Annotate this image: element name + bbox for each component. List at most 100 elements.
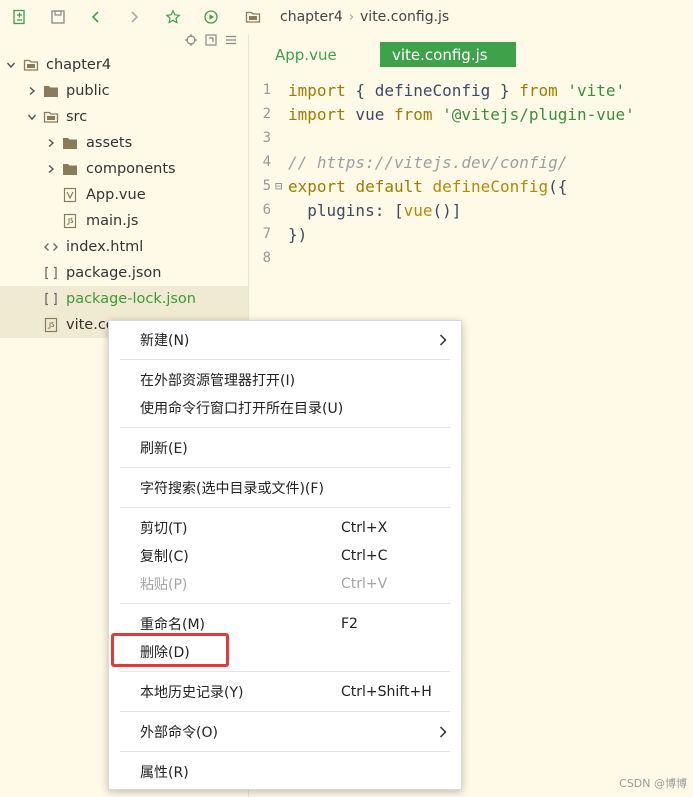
code-token: 'vite' (567, 80, 626, 100)
menu-separator (120, 603, 450, 604)
chevron-right-icon: › (348, 9, 355, 25)
code-token: from (393, 104, 433, 124)
back-icon[interactable] (87, 8, 105, 26)
menu-item-cut[interactable]: 剪切(T) Ctrl+X (109, 515, 461, 541)
js-file-icon (43, 317, 59, 333)
breadcrumb-item-folder[interactable]: chapter4 (280, 9, 343, 25)
tree-item-main-js[interactable]: main.js (0, 208, 248, 234)
chevron-down-icon[interactable] (6, 60, 16, 70)
folder-open-icon (43, 109, 59, 125)
tree-label: package.json (66, 265, 162, 281)
menu-item-label: 在外部资源管理器打开(I) (140, 373, 296, 389)
json-file-icon (43, 265, 59, 281)
vue-file-icon (62, 187, 78, 203)
collapse-icon[interactable] (205, 34, 217, 46)
code-token: vue (403, 200, 433, 220)
tree-label: public (66, 83, 110, 99)
menu-separator (120, 467, 450, 468)
menu-item-label: 剪切(T) (140, 521, 188, 537)
menu-item-search[interactable]: 字符搜索(选中目录或文件)(F) (109, 475, 461, 501)
code-token: defineConfig (432, 176, 549, 196)
menu-item-label: 粘贴(P) (140, 577, 188, 593)
line-number: 1 (262, 82, 271, 98)
tree-item-package-lock-json[interactable]: package-lock.json (0, 286, 248, 312)
menu-icon[interactable] (225, 34, 237, 46)
forward-icon[interactable] (125, 8, 143, 26)
chevron-down-icon[interactable] (27, 112, 37, 122)
menu-item-label: 新建(N) (140, 333, 190, 349)
menu-item-copy[interactable]: 复制(C) Ctrl+C (109, 543, 461, 569)
line-number: 3 (262, 130, 271, 146)
menu-item-open-explorer[interactable]: 在外部资源管理器打开(I) (109, 367, 461, 393)
menu-item-label: 使用命令行窗口打开所在目录(U) (140, 401, 344, 417)
locate-icon[interactable] (185, 34, 197, 46)
menu-item-label: 刷新(E) (140, 441, 188, 457)
code-token: import (288, 104, 346, 124)
tab-vite-config[interactable]: vite.config.js (380, 42, 516, 67)
folder-icon (62, 161, 78, 177)
menu-item-external[interactable]: 外部命令(O) (109, 719, 461, 745)
menu-item-shortcut: Ctrl+Shift+H (341, 684, 432, 700)
code-token: defineConfig (374, 80, 491, 100)
menu-separator (120, 671, 450, 672)
tree-label: main.js (86, 213, 139, 229)
tree-label: src (66, 109, 88, 125)
menu-item-label: 本地历史记录(Y) (140, 685, 244, 701)
menu-item-shortcut: Ctrl+V (341, 576, 388, 592)
run-icon[interactable] (202, 8, 220, 26)
tree-item-package-json[interactable]: package.json (0, 260, 248, 286)
tree-item-index-html[interactable]: index.html (0, 234, 248, 260)
breadcrumb-item-file[interactable]: vite.config.js (360, 9, 449, 25)
tree-root[interactable]: chapter4 (0, 52, 248, 78)
tab-app-vue[interactable]: App.vue (275, 42, 337, 67)
context-menu: 新建(N) 在外部资源管理器打开(I) 使用命令行窗口打开所在目录(U) 刷新(… (108, 320, 462, 790)
tree-label: App.vue (86, 187, 146, 203)
menu-item-paste: 粘贴(P) Ctrl+V (109, 571, 461, 597)
menu-item-shortcut: Ctrl+X (341, 520, 388, 536)
menu-item-properties[interactable]: 属性(R) (109, 759, 461, 785)
tree-item-public[interactable]: public (0, 78, 248, 104)
tree-label: index.html (66, 239, 144, 255)
code-token: { (345, 80, 375, 100)
tree-item-src[interactable]: src (0, 104, 248, 130)
tree-label: components (86, 161, 176, 177)
chevron-right-icon[interactable] (27, 86, 37, 96)
tree-item-components[interactable]: components (0, 156, 248, 182)
menu-item-history[interactable]: 本地历史记录(Y) Ctrl+Shift+H (109, 679, 461, 705)
star-icon[interactable] (164, 8, 182, 26)
html-file-icon (43, 239, 59, 255)
folder-icon (62, 135, 78, 151)
menu-item-refresh[interactable]: 刷新(E) (109, 435, 461, 461)
json-file-icon (43, 291, 59, 307)
menu-item-label: 属性(R) (140, 765, 189, 781)
menu-separator (120, 359, 450, 360)
tree-label: package-lock.json (66, 291, 196, 307)
tree-item-app-vue[interactable]: App.vue (0, 182, 248, 208)
tree-item-assets[interactable]: assets (0, 130, 248, 156)
menu-item-new[interactable]: 新建(N) (109, 327, 461, 353)
watermark: CSDN @博博 (619, 777, 687, 790)
menu-item-open-cmd[interactable]: 使用命令行窗口打开所在目录(U) (109, 395, 461, 421)
new-file-icon[interactable] (11, 8, 29, 26)
toolbar: chapter4 › vite.config.js (0, 0, 693, 34)
line-number: 5 (262, 178, 271, 194)
line-number: 7 (262, 226, 271, 242)
code-token: ({ (548, 176, 568, 196)
code-comment: // https://vitejs.dev/config/ (288, 152, 568, 172)
folder-icon (244, 8, 262, 26)
folder-outline-icon (23, 57, 39, 73)
code-token: export (288, 176, 346, 196)
code-token: default (355, 176, 423, 196)
fold-icon[interactable]: ⊟ (275, 179, 285, 193)
menu-item-label: 字符搜索(选中目录或文件)(F) (140, 481, 324, 497)
code-token: } (490, 80, 520, 100)
delete-highlight-box (111, 633, 229, 667)
save-icon[interactable] (49, 8, 67, 26)
line-number: 8 (262, 250, 271, 266)
chevron-right-icon[interactable] (46, 138, 56, 148)
editor-tabs: App.vue vite.config.js (249, 34, 693, 70)
menu-separator (120, 427, 450, 428)
chevron-right-icon[interactable] (46, 164, 56, 174)
